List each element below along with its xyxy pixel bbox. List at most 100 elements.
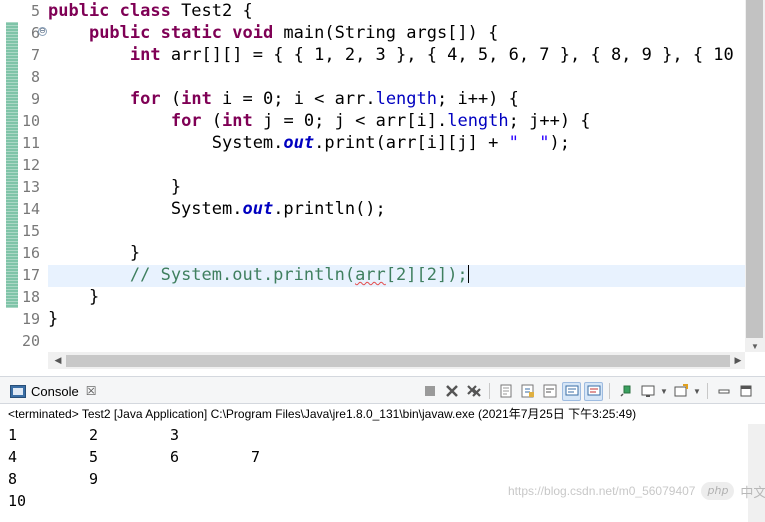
watermark-site: 中文网 — [740, 485, 765, 501]
line-number: 8 — [30, 68, 40, 86]
line-number: 6 — [30, 24, 40, 42]
watermark-url: https://blog.csdn.net/m0_56079407 — [508, 484, 696, 498]
terminate-icon[interactable] — [420, 382, 439, 401]
fold-collapse-icon[interactable]: ⊖ — [38, 27, 47, 36]
code-line[interactable]: public static void main(String args[]) { — [48, 22, 498, 44]
code-line[interactable]: for (int j = 0; j < arr[i].length; j++) … — [48, 110, 591, 132]
scroll-left-icon[interactable]: ◀ — [50, 352, 66, 369]
toolbar-separator — [609, 383, 610, 399]
code-line[interactable]: } — [48, 242, 140, 264]
code-token: main(String args[]) { — [273, 23, 499, 43]
code-line[interactable]: } — [48, 286, 99, 308]
clear-console-icon[interactable] — [496, 382, 515, 401]
horizontal-scroll-thumb[interactable] — [66, 355, 730, 367]
console-header: Console ☒ ▼ ▼ — [0, 376, 765, 404]
chevron-down-icon[interactable]: ▼ — [660, 387, 668, 396]
watermark-logo: php — [701, 482, 735, 500]
line-number: 15 — [21, 222, 40, 240]
console-output[interactable]: 1 2 3 4 5 6 7 8 9 10 — [0, 424, 765, 522]
code-line[interactable]: System.out.println(); — [48, 198, 386, 220]
close-icon[interactable]: ☒ — [86, 384, 97, 398]
scroll-down-icon[interactable]: ▼ — [745, 341, 765, 352]
code-line[interactable]: for (int i = 0; i < arr.length; i++) { — [48, 88, 519, 110]
code-token: length — [447, 111, 509, 131]
code-token: int — [222, 111, 253, 131]
line-number: 10 — [21, 112, 40, 130]
code-token: } — [48, 309, 59, 329]
output-value: 10 — [8, 492, 27, 510]
code-token: System. — [48, 133, 284, 153]
code-token: // System.out.println( — [129, 265, 356, 285]
line-number: 17 — [21, 266, 40, 284]
code-line[interactable]: int arr[][] = { { 1, 2, 3 }, { 4, 5, 6, … — [48, 44, 765, 66]
code-line[interactable]: } — [48, 176, 181, 198]
output-value: 5 — [89, 448, 99, 466]
scroll-lock-icon[interactable] — [518, 382, 537, 401]
toolbar-separator — [707, 383, 708, 399]
code-token: i = 0; i < arr. — [211, 89, 376, 109]
pin-console-icon[interactable] — [616, 382, 635, 401]
console-toolbar: ▼ ▼ — [420, 381, 755, 401]
output-value: 9 — [89, 470, 99, 488]
tab-console[interactable]: Console ☒ — [4, 379, 102, 403]
output-value: 4 — [8, 448, 18, 466]
open-console-icon[interactable] — [671, 382, 690, 401]
word-wrap-icon[interactable] — [540, 382, 559, 401]
line-number: 18 — [21, 288, 40, 306]
watermark: https://blog.csdn.net/m0_56079407 php 中文… — [508, 480, 765, 502]
code-token: for — [170, 111, 202, 131]
launch-status: <terminated> Test2 [Java Application] C:… — [8, 407, 637, 421]
line-number: 16 — [21, 244, 40, 262]
line-number: 11 — [21, 134, 40, 152]
change-marker — [6, 22, 18, 44]
maximize-icon[interactable] — [736, 382, 755, 401]
code-token: public static void — [88, 23, 274, 43]
line-number: 7 — [30, 46, 40, 64]
code-token: Test2 { — [170, 1, 253, 21]
code-token: System. — [48, 199, 243, 219]
code-line[interactable]: // System.out.println(arr[2][2]); — [48, 264, 469, 286]
line-number: 12 — [21, 156, 40, 174]
code-token: out — [283, 133, 315, 153]
remove-all-icon[interactable] — [464, 382, 483, 401]
console-scrollbar[interactable] — [748, 424, 765, 522]
line-number: 19 — [21, 310, 40, 328]
code-token: int — [181, 89, 212, 109]
line-number: 5 — [30, 2, 40, 20]
code-line[interactable]: } — [48, 308, 58, 330]
code-token: " " — [508, 133, 550, 153]
code-token: j = 0; j < arr[i]. — [252, 111, 448, 131]
code-token: out — [242, 199, 274, 219]
code-token: length — [375, 89, 437, 109]
code-token: public class — [48, 1, 171, 21]
remove-launch-icon[interactable] — [442, 382, 461, 401]
code-token: } — [48, 177, 182, 197]
code-line[interactable]: public class Test2 { — [48, 0, 253, 22]
text-caret — [467, 265, 469, 283]
code-line[interactable]: System.out.print(arr[i][j] + " "); — [48, 132, 570, 154]
display-console-icon[interactable] — [638, 382, 657, 401]
code-token: ( — [160, 89, 182, 109]
vertical-scroll-thumb[interactable] — [746, 0, 763, 338]
code-token: ); — [549, 133, 571, 153]
output-value: 6 — [170, 448, 180, 466]
line-number: 20 — [21, 332, 40, 350]
output-value: 3 — [170, 426, 180, 444]
minimize-icon[interactable] — [714, 382, 733, 401]
code-editor[interactable]: 5 6 7 8 9 10 11 12 13 14 15 16 17 18 19 20 ⊖ public cla… — [0, 0, 765, 372]
show-on-error-icon[interactable] — [584, 381, 603, 401]
line-number: 13 — [21, 178, 40, 196]
code-token: ; j++) { — [508, 111, 591, 131]
code-token: [2][2]); — [385, 265, 468, 285]
code-token: } — [48, 243, 141, 263]
toolbar-separator — [489, 383, 490, 399]
code-token: .print(arr[i][j] + — [314, 133, 509, 153]
scroll-right-icon[interactable]: ▶ — [730, 352, 746, 369]
show-on-output-icon[interactable] — [562, 381, 581, 401]
chevron-down-icon[interactable]: ▼ — [693, 387, 701, 396]
code-token: ( — [201, 111, 223, 131]
